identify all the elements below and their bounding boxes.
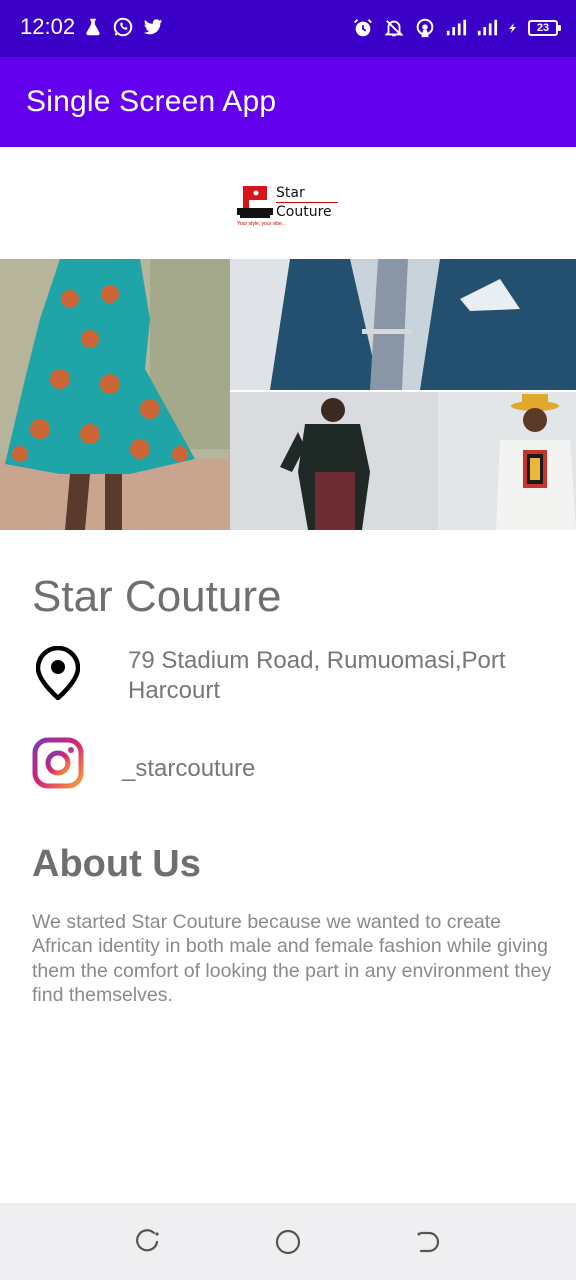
logo-word-star: Star <box>276 185 305 201</box>
logo-divider <box>276 202 338 203</box>
photo-man-suit <box>230 392 438 530</box>
status-system-icons: 23 <box>352 17 561 39</box>
system-navigation-bar <box>0 1203 576 1280</box>
location-pin-icon <box>36 646 80 700</box>
recents-icon[interactable] <box>415 1229 441 1255</box>
about-heading: About Us <box>32 843 201 885</box>
bell-off-icon <box>384 20 404 37</box>
charging-icon <box>509 23 516 33</box>
status-time: 12:02 <box>20 14 76 39</box>
banner-collage <box>0 259 576 530</box>
about-description: We started Star Couture because we wante… <box>32 911 552 1006</box>
instagram-handle[interactable]: _starcouture <box>122 755 255 783</box>
logo-word-couture: Couture <box>276 204 332 220</box>
status-notification-icons <box>82 16 164 38</box>
alarm-icon <box>354 19 372 37</box>
app-bar: Single Screen App <box>0 57 576 147</box>
instagram-icon[interactable] <box>32 737 84 789</box>
logo-tagline: Your style, your vibe... <box>237 221 287 227</box>
photo-man-hat <box>438 392 576 530</box>
signal-icon <box>446 19 467 36</box>
back-icon[interactable] <box>135 1229 161 1255</box>
sewing-machine-icon <box>237 186 273 218</box>
hotspot-icon <box>416 18 434 38</box>
brand-logo: Star Couture Your style, your vibe... <box>237 184 347 230</box>
battery-icon: 23 <box>528 20 561 36</box>
signal-icon <box>477 19 498 36</box>
status-bar: 12:02 23 <box>0 0 576 57</box>
shop-name-heading: Star Couture <box>32 572 282 621</box>
photo-suit-closeup <box>230 259 576 390</box>
photo-ankara-dress <box>0 259 230 530</box>
whatsapp-icon <box>113 17 133 37</box>
home-icon[interactable] <box>275 1229 301 1255</box>
app-title: Single Screen App <box>26 85 277 118</box>
twitter-icon <box>143 19 163 35</box>
shop-address: 79 Stadium Road, Rumuomasi,Port Harcourt <box>128 647 506 704</box>
flask-icon <box>86 18 100 36</box>
